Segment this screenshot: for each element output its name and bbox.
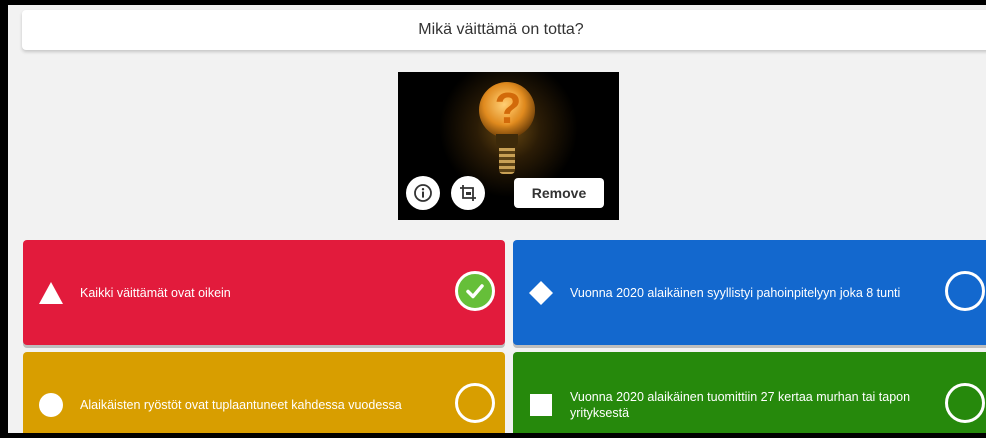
lightbulb-neck xyxy=(496,134,518,148)
remove-image-button[interactable]: Remove xyxy=(514,178,604,208)
answer-text-3[interactable]: Alaikäisten ryöstöt ovat tuplaantuneet k… xyxy=(80,352,430,433)
quiz-editor-frame: Mikä väittämä on totta? ? Remove Kaikki … xyxy=(8,5,986,433)
crop-icon xyxy=(460,185,476,201)
answer-option-1[interactable]: Kaikki väittämät ovat oikein xyxy=(23,240,505,345)
info-icon xyxy=(414,184,432,202)
answer-text-2[interactable]: Vuonna 2020 alaikäinen syyllistyi pahoin… xyxy=(570,240,920,345)
question-mark-glyph: ? xyxy=(494,84,522,133)
answer-option-4[interactable]: Vuonna 2020 alaikäinen tuomittiin 27 ker… xyxy=(513,352,986,433)
square-icon xyxy=(530,394,552,416)
image-crop-button[interactable] xyxy=(451,176,485,210)
question-title-field[interactable]: Mikä väittämä on totta? xyxy=(22,10,986,50)
image-info-button[interactable] xyxy=(406,176,440,210)
triangle-icon xyxy=(39,282,63,304)
correct-answer-toggle-3[interactable] xyxy=(455,383,495,423)
checkmark-icon xyxy=(466,284,484,299)
answer-text-1[interactable]: Kaikki väittämät ovat oikein xyxy=(80,240,430,345)
correct-answer-toggle-1[interactable] xyxy=(455,271,495,311)
question-text: Mikä väittämä on totta? xyxy=(418,21,584,38)
diamond-icon xyxy=(529,281,553,305)
correct-answer-toggle-4[interactable] xyxy=(945,383,985,423)
answer-option-3[interactable]: Alaikäisten ryöstöt ovat tuplaantuneet k… xyxy=(23,352,505,433)
circle-icon xyxy=(39,393,63,417)
lightbulb-base xyxy=(499,148,515,174)
question-image: ? Remove xyxy=(398,72,619,220)
answer-option-2[interactable]: Vuonna 2020 alaikäinen syyllistyi pahoin… xyxy=(513,240,986,345)
answer-text-4[interactable]: Vuonna 2020 alaikäinen tuomittiin 27 ker… xyxy=(570,352,920,433)
correct-answer-toggle-2[interactable] xyxy=(945,271,985,311)
